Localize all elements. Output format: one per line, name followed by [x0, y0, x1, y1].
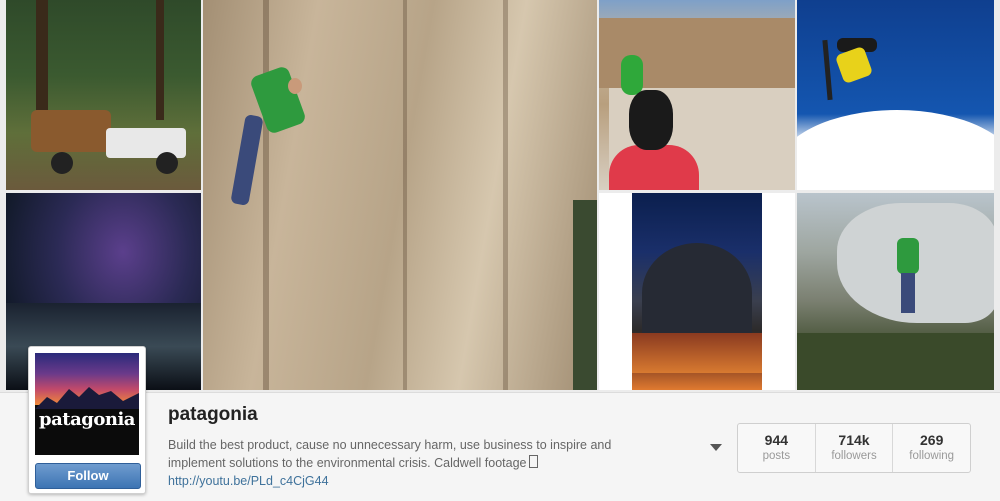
- photo-tile-village[interactable]: [599, 0, 795, 190]
- bio-link[interactable]: http://youtu.be/PLd_c4CjG44: [168, 472, 648, 490]
- stat-following[interactable]: 269 following: [892, 424, 970, 472]
- patagonia-logo[interactable]: patagonia: [35, 353, 139, 455]
- logo-wordmark: patagonia: [39, 409, 135, 430]
- photo-tile-el-capitan[interactable]: [599, 193, 795, 390]
- options-dropdown-icon[interactable]: [710, 444, 722, 451]
- photo-tile-boulder[interactable]: [797, 193, 994, 390]
- profile-stats: 944 posts 714k followers 269 following: [737, 423, 971, 473]
- stat-posts[interactable]: 944 posts: [738, 424, 815, 472]
- bio-line-2: implement solutions to the environmental…: [168, 456, 527, 470]
- stat-following-value: 269: [920, 432, 944, 448]
- bio-line-1: Build the best product, cause no unneces…: [168, 438, 612, 452]
- stat-followers-label: followers: [831, 450, 877, 462]
- photo-grid: [0, 0, 1000, 392]
- profile-bio: Build the best product, cause no unneces…: [168, 436, 648, 490]
- stat-posts-value: 944: [764, 432, 789, 448]
- stat-followers-value: 714k: [838, 432, 870, 448]
- stat-followers[interactable]: 714k followers: [814, 424, 893, 472]
- photo-tile-snowboarder[interactable]: [797, 0, 994, 190]
- stat-posts-label: posts: [762, 450, 791, 462]
- photo-tile-camper[interactable]: [6, 0, 201, 190]
- follow-button[interactable]: Follow: [35, 463, 141, 489]
- profile-username: patagonia: [168, 404, 258, 425]
- stat-following-label: following: [909, 450, 955, 462]
- profile-avatar-card: patagonia Follow: [28, 346, 146, 494]
- external-link-glyph: [528, 455, 538, 468]
- photo-tile-climber[interactable]: [203, 0, 597, 390]
